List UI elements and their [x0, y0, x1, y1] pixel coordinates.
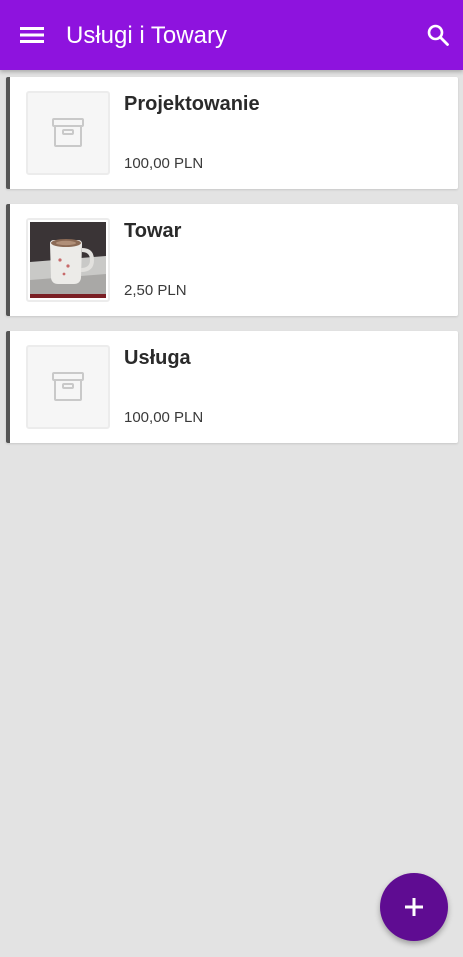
item-name: Usługa — [124, 347, 191, 369]
item-thumbnail — [26, 218, 110, 302]
app-bar: Usługi i Towary — [0, 0, 463, 70]
list-item[interactable]: Projektowanie 100,00 PLN — [6, 77, 458, 189]
item-thumbnail — [26, 345, 110, 429]
list-item[interactable]: Towar 2,50 PLN — [6, 204, 458, 316]
menu-icon — [20, 27, 44, 43]
list-item[interactable]: Usługa 100,00 PLN — [6, 331, 458, 443]
item-price: 100,00 PLN — [124, 155, 204, 172]
page-title: Usługi i Towary — [66, 22, 227, 49]
item-thumbnail — [26, 91, 110, 175]
item-price: 2,50 PLN — [124, 282, 187, 299]
item-price: 100,00 PLN — [124, 409, 204, 426]
items-list: Projektowanie 100,00 PLN Towar 2,50 PLN … — [6, 77, 458, 458]
item-name: Towar — [124, 220, 182, 242]
archive-box-icon — [52, 118, 84, 147]
plus-icon — [405, 898, 423, 916]
search-icon — [427, 24, 449, 46]
menu-button[interactable] — [14, 17, 50, 53]
item-name: Projektowanie — [124, 93, 260, 115]
search-button[interactable] — [420, 17, 456, 53]
archive-box-icon — [52, 372, 84, 401]
add-item-button[interactable] — [380, 873, 448, 941]
app-screen: Usługi i Towary Projektowanie 100,00 PLN — [0, 0, 463, 957]
coffee-mug-photo — [30, 222, 106, 298]
